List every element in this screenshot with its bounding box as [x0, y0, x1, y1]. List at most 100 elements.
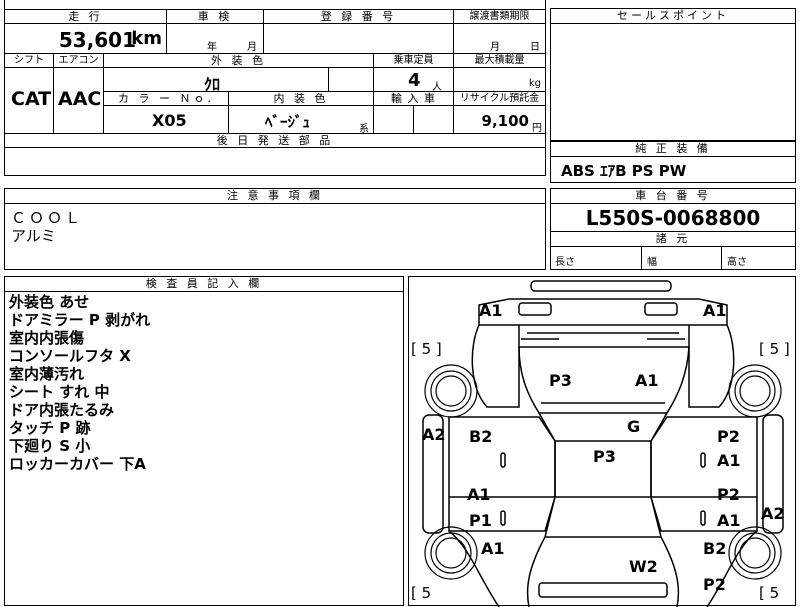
inspector-note: シート すれ 中: [9, 383, 110, 401]
vehicle-info-table: 走 行 車 検 登 録 番 号 譲渡書類期限 53,601 km 年 月 月 日…: [4, 0, 546, 184]
aircon-header: エアコン: [54, 54, 104, 68]
damage-left-fender: A2: [422, 425, 446, 444]
tire-front-right-label: [ 5 ]: [759, 340, 790, 358]
inspection-year: 年: [207, 42, 217, 53]
shift-value: CAT: [11, 88, 52, 110]
caution-line-2: アルミ: [11, 227, 56, 245]
damage-roof: P3: [593, 447, 616, 466]
damage-left-rear-door-a: A1: [467, 485, 491, 504]
damage-front-right: A1: [703, 301, 727, 320]
inspector-note: ドアミラー P 剥がれ: [9, 311, 151, 329]
capacity-unit: 人: [432, 82, 442, 92]
equipment-header: 純 正 装 備: [551, 142, 795, 157]
equipment-value: ABS ｴｱB PS PW: [561, 162, 687, 180]
recycle-header: リサイクル預託金: [454, 92, 546, 106]
chassis-number: L550S-0068800: [585, 206, 761, 230]
shift-header: シフト: [4, 54, 54, 68]
inspection-cell: 年 月: [167, 24, 264, 54]
damage-right-rear-door-b: A1: [717, 511, 741, 530]
equipment-box: 純 正 装 備 ABS ｴｱB PS PW: [550, 141, 796, 183]
damage-right-rear-fender: B2: [703, 539, 727, 558]
damage-left-front-door: B2: [469, 427, 493, 446]
spec-divider-2: [721, 247, 722, 269]
inspector-note: コンソールフタ X: [9, 347, 131, 365]
damage-hood-left: P3: [549, 371, 572, 390]
interior-color-value: ﾍﾞｰｼﾞｭ: [265, 113, 311, 131]
color-no-value: X05: [152, 111, 187, 130]
inspector-note: 下廻り S 小: [9, 437, 91, 455]
damage-rear-bumper: P2: [703, 575, 726, 594]
later-parts-header: 後 日 発 送 部 品: [4, 134, 546, 148]
load-unit: kg: [528, 78, 541, 89]
import-header: 輸 入 車: [374, 92, 454, 106]
interior-color-header: 内 装 色: [229, 92, 374, 106]
inspection-header: 車 検: [167, 10, 264, 24]
car-diagram-box: [ 5 ] [ 5 ] [ 5 [ 5 A1 A1 P3 A1 A2 B2 G …: [408, 276, 796, 607]
mileage-header: 走 行: [4, 10, 167, 24]
damage-right-rear-side: A2: [761, 504, 785, 523]
caution-header: 注 意 事 項 欄: [5, 189, 545, 204]
mileage-value: 53,601: [58, 28, 136, 52]
inspector-header: 検 査 員 記 入 欄: [5, 277, 403, 292]
deadline-month: 月: [490, 42, 500, 53]
exterior-color-cell: ｸﾛ: [104, 68, 329, 92]
inspector-box: 検 査 員 記 入 欄 外装色 あせ ドアミラー P 剥がれ 室内内張傷 コンソ…: [4, 276, 404, 606]
interior-color-cell: ﾍﾞｰｼﾞｭ 系: [229, 106, 374, 134]
registration-cell: [264, 24, 454, 54]
max-load-header: 最大積載量: [454, 54, 546, 68]
exterior-color-value: ｸﾛ: [204, 75, 221, 92]
tire-rear-left-label: [ 5: [411, 584, 432, 602]
spec-height: 高さ: [727, 257, 747, 268]
inspection-month: 月: [247, 42, 257, 53]
chassis-box: 車 台 番 号 L550S-0068800 諸 元 長さ 幅 高さ: [550, 188, 796, 270]
capacity-header: 乗車定員: [374, 54, 454, 68]
top-stub-row: [4, 0, 546, 10]
caution-line-1: ＣＯＯＬ: [11, 209, 84, 227]
spec-header: 諸 元: [551, 231, 795, 247]
shift-cell: CAT: [4, 68, 54, 134]
inspector-note: ドア内張たるみ: [9, 401, 115, 419]
inspector-note: 室内薄汚れ: [9, 365, 85, 383]
deadline-cell: 月 日: [454, 24, 546, 54]
inspector-note: タッチ P 跡: [9, 419, 91, 437]
recycle-value: 9,100: [481, 112, 529, 130]
aircon-cell: AAC: [54, 68, 104, 134]
inspector-notes: 外装色 あせ ドアミラー P 剥がれ 室内内張傷 コンソールフタ X 室内薄汚れ…: [9, 293, 150, 473]
damage-front-left: A1: [479, 301, 503, 320]
recycle-unit: 円: [532, 123, 542, 134]
caution-box: 注 意 事 項 欄 ＣＯＯＬ アルミ: [4, 188, 546, 270]
aircon-value: AAC: [58, 88, 102, 110]
max-load-cell: kg: [454, 68, 546, 92]
spec-length: 長さ: [555, 257, 575, 268]
damage-left-rear-fender: A1: [481, 539, 505, 558]
spec-divider-1: [641, 247, 642, 269]
mileage-unit: km: [131, 28, 162, 49]
interior-color-suffix: 系: [359, 124, 369, 134]
inspector-note: 室内内張傷: [9, 329, 85, 347]
sales-point-header: セールスポイント: [551, 9, 795, 24]
damage-hood-right: A1: [635, 371, 659, 390]
spec-width: 幅: [647, 257, 657, 268]
registration-header: 登 録 番 号: [264, 10, 454, 24]
exterior-color-header: 外 装 色: [104, 54, 374, 68]
deadline-day: 日: [530, 42, 540, 53]
exterior-color-extra: [329, 68, 374, 92]
damage-right-rear-door-a: P2: [717, 485, 740, 504]
mileage-cell: 53,601 km: [4, 24, 167, 54]
later-parts-cell: [4, 148, 546, 176]
damage-windshield: G: [627, 417, 641, 436]
damage-left-rear-door-b: P1: [469, 511, 492, 530]
import-cell-a: [374, 106, 414, 134]
color-no-header: カ ラ ー Ｎｏ.: [104, 92, 229, 106]
chassis-header: 車 台 番 号: [551, 189, 795, 204]
color-no-cell: X05: [104, 106, 229, 134]
damage-right-front-door-b: A1: [717, 451, 741, 470]
capacity-cell: 4 人: [374, 68, 454, 92]
inspector-note: ロッカーカバー 下A: [9, 455, 146, 473]
import-cell-b: [414, 106, 454, 134]
tire-front-left-label: [ 5 ]: [411, 340, 442, 358]
tire-rear-right-label: [ 5: [759, 584, 780, 602]
deadline-header: 譲渡書類期限: [454, 10, 546, 24]
damage-right-front-door-a: P2: [717, 427, 740, 446]
inspector-note: 外装色 あせ: [9, 293, 90, 311]
